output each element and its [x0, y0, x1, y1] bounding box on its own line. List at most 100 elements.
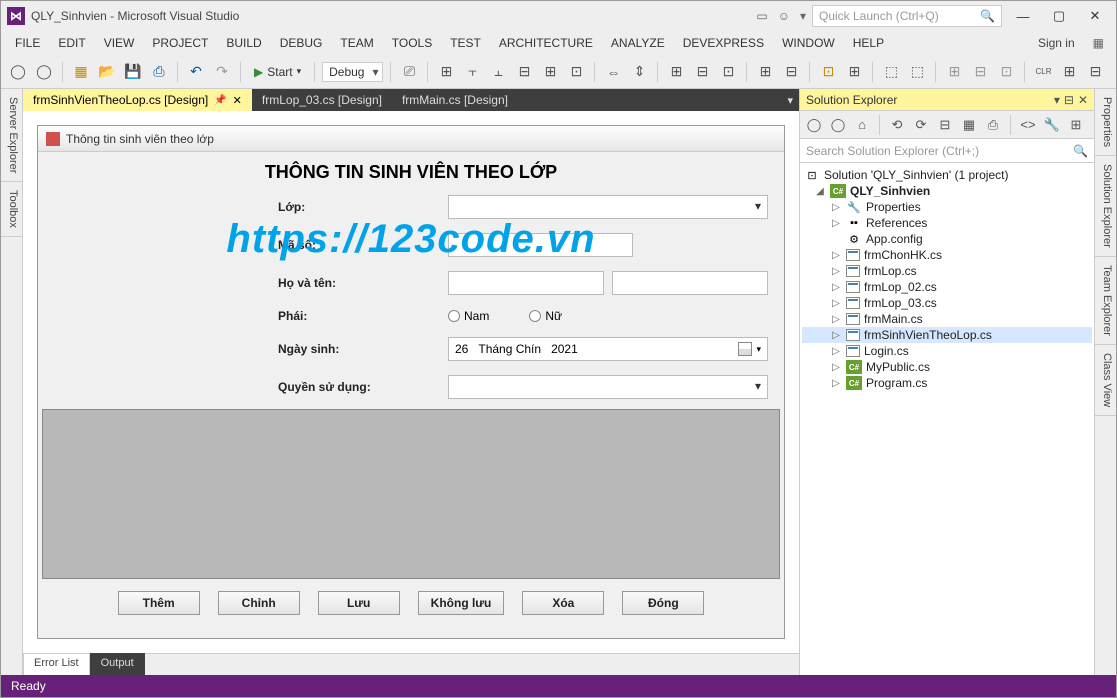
align-icon[interactable]: ⊟ [513, 61, 535, 83]
tree-solution[interactable]: ⊡ Solution 'QLY_Sinhvien' (1 project) [802, 167, 1092, 183]
back-icon[interactable]: ◯ [804, 115, 824, 135]
tab-overflow-icon[interactable]: ▾ [781, 89, 799, 111]
team-explorer-tab[interactable]: Team Explorer [1095, 257, 1116, 345]
tree-item[interactable]: ▷frmChonHK.cs [802, 247, 1092, 263]
tab-output[interactable]: Output [90, 653, 145, 675]
menu-debug[interactable]: DEBUG [272, 34, 331, 52]
expand-icon[interactable]: ▷ [830, 346, 842, 357]
close-button[interactable]: ✕ [1080, 8, 1110, 24]
tree-item[interactable]: ▷frmLop_03.cs [802, 295, 1092, 311]
size-icon[interactable]: ⊟ [691, 61, 713, 83]
menu-help[interactable]: HELP [845, 34, 892, 52]
align-icon[interactable]: ⫠ [487, 61, 509, 83]
btn-chinh[interactable]: Chỉnh [218, 591, 300, 615]
pin-icon[interactable]: 📌 [214, 95, 226, 106]
data-grid-panel[interactable] [42, 409, 780, 579]
home-icon[interactable]: ⌂ [852, 115, 872, 135]
expand-icon[interactable]: ▷ [830, 266, 842, 277]
misc-icon[interactable]: ⊞ [943, 61, 965, 83]
menu-build[interactable]: BUILD [218, 34, 269, 52]
tree-item[interactable]: ▷Login.cs [802, 343, 1092, 359]
expand-icon[interactable]: ▷ [830, 282, 842, 293]
fwd-icon[interactable]: ◯ [828, 115, 848, 135]
align-icon[interactable]: ⫟ [461, 61, 483, 83]
tree-item[interactable]: ⚙App.config [802, 231, 1092, 247]
menu-file[interactable]: FILE [7, 34, 48, 52]
tree-item[interactable]: ▷frmMain.cs [802, 311, 1092, 327]
input-maso[interactable] [448, 233, 633, 257]
menu-test[interactable]: TEST [442, 34, 489, 52]
tree-item[interactable]: ▷🔧Properties [802, 199, 1092, 215]
toolbox-tab[interactable]: Toolbox [1, 182, 22, 237]
dx-icon[interactable]: ⊞ [1058, 61, 1080, 83]
input-ho[interactable] [448, 271, 604, 295]
new-project-icon[interactable]: ▦ [70, 61, 92, 83]
class-view-tab[interactable]: Class View [1095, 345, 1116, 416]
server-explorer-tab[interactable]: Server Explorer [1, 89, 22, 182]
config-dropdown[interactable]: Debug [322, 62, 383, 82]
tree-item[interactable]: ▷frmLop_02.cs [802, 279, 1092, 295]
expand-icon[interactable]: ▷ [830, 314, 842, 325]
redo-icon[interactable]: ↷ [211, 61, 233, 83]
se-search-input[interactable]: Search Solution Explorer (Ctrl+;) 🔍 [800, 139, 1094, 163]
layout-icon[interactable]: ⊟ [780, 61, 802, 83]
save-all-icon[interactable]: ⎙ [148, 61, 170, 83]
menu-analyze[interactable]: ANALYZE [603, 34, 673, 52]
order-icon[interactable]: ⬚ [880, 61, 902, 83]
date-picker[interactable]: 26 Tháng Chín 2021 ▾ [448, 337, 768, 361]
expand-icon[interactable]: ▷ [830, 250, 842, 261]
preview-icon[interactable]: ⎙ [983, 115, 1003, 135]
designer-surface[interactable]: Thông tin sinh viên theo lớp THÔNG TIN S… [23, 111, 799, 653]
dropdown-icon[interactable]: ▾ [800, 9, 806, 23]
btn-khongluu[interactable]: Không lưu [418, 591, 505, 615]
pin-icon[interactable]: ⊟ [1064, 93, 1074, 107]
show-all-icon[interactable]: ▦ [959, 115, 979, 135]
close-icon[interactable]: ✕ [1078, 93, 1088, 107]
radio-nam[interactable]: Nam [448, 309, 489, 323]
nav-fwd-icon[interactable]: ◯ [33, 61, 55, 83]
collapse-icon[interactable]: ⊟ [935, 115, 955, 135]
grid-icon[interactable]: ⊡ [817, 61, 839, 83]
doc-tab[interactable]: frmMain.cs [Design] [392, 89, 518, 111]
tree-project[interactable]: ◢ C# QLY_Sinhvien [802, 183, 1092, 199]
toolbar-icon[interactable]: ⎚ [398, 61, 420, 83]
properties-tab[interactable]: Properties [1095, 89, 1116, 156]
expand-icon[interactable]: ◢ [814, 186, 826, 197]
combo-lop[interactable] [448, 195, 768, 219]
menu-view[interactable]: VIEW [96, 34, 143, 52]
align-icon[interactable]: ⊡ [565, 61, 587, 83]
spacing-icon[interactable]: ⇔ [602, 61, 624, 83]
size-icon[interactable]: ⊡ [717, 61, 739, 83]
start-button[interactable]: ▶ Start ▾ [248, 63, 307, 81]
quick-launch-input[interactable]: Quick Launch (Ctrl+Q) 🔍 [812, 5, 1002, 27]
expand-icon[interactable]: ▷ [830, 378, 842, 389]
feedback-icon[interactable]: ☺ [778, 9, 790, 23]
doc-tab-active[interactable]: frmSinhVienTheoLop.cs [Design] 📌 ✕ [23, 89, 252, 111]
tab-error-list[interactable]: Error List [23, 653, 90, 675]
maximize-button[interactable]: ▢ [1044, 8, 1074, 24]
input-ten[interactable] [612, 271, 768, 295]
menu-architecture[interactable]: ARCHITECTURE [491, 34, 601, 52]
tree-item[interactable]: ▷frmLop.cs [802, 263, 1092, 279]
user-icon[interactable]: ▦ [1087, 36, 1110, 50]
designer-icon[interactable]: ⊞ [1066, 115, 1086, 135]
btn-them[interactable]: Thêm [118, 591, 200, 615]
misc-icon[interactable]: ⊡ [995, 61, 1017, 83]
menu-edit[interactable]: EDIT [50, 34, 93, 52]
close-icon[interactable]: ✕ [233, 94, 242, 107]
menu-team[interactable]: TEAM [332, 34, 381, 52]
refresh-icon[interactable]: ⟳ [911, 115, 931, 135]
align-icon[interactable]: ⊞ [539, 61, 561, 83]
expand-icon[interactable]: ▷ [830, 298, 842, 309]
menu-tools[interactable]: TOOLS [384, 34, 440, 52]
menu-devexpress[interactable]: DEVEXPRESS [675, 34, 772, 52]
expand-icon[interactable]: ▷ [830, 362, 842, 373]
doc-tab[interactable]: frmLop_03.cs [Design] [252, 89, 392, 111]
minimize-button[interactable]: — [1008, 9, 1038, 24]
tree-item[interactable]: ▷C#Program.cs [802, 375, 1092, 391]
open-icon[interactable]: 📂 [96, 61, 118, 83]
expand-icon[interactable]: ▷ [830, 330, 842, 341]
menu-window[interactable]: WINDOW [774, 34, 843, 52]
combo-quyen[interactable] [448, 375, 768, 399]
size-icon[interactable]: ⊞ [665, 61, 687, 83]
